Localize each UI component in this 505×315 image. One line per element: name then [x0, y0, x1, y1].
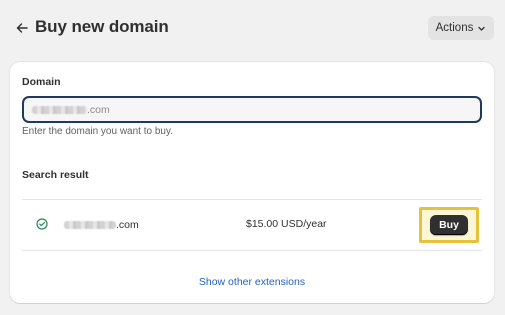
page-title: Buy new domain — [35, 17, 169, 36]
result-domain: .com — [64, 218, 139, 232]
domain-label: Domain — [22, 76, 61, 88]
buy-button-highlight: Buy — [419, 207, 479, 243]
chevron-down-icon — [478, 26, 486, 31]
result-price: $15.00 USD/year — [246, 218, 327, 230]
page-header: Buy new domain Actions — [0, 0, 505, 58]
buy-button[interactable]: Buy — [430, 215, 468, 235]
domain-input[interactable]: .com — [22, 96, 482, 123]
redacted-domain-name — [64, 221, 116, 229]
result-row: .com $15.00 USD/year Buy — [22, 201, 482, 249]
result-divider-top — [22, 199, 482, 200]
actions-label: Actions — [435, 22, 474, 34]
domain-help-text: Enter the domain you want to buy. — [22, 126, 174, 137]
search-result-label: Search result — [22, 169, 89, 181]
domain-card: Domain .com Enter the domain you want to… — [10, 62, 494, 303]
result-domain-suffix: .com — [116, 219, 139, 231]
check-circle-icon — [36, 218, 48, 230]
show-other-extensions-link[interactable]: Show other extensions — [10, 276, 494, 288]
result-divider-bottom — [22, 250, 482, 251]
actions-button[interactable]: Actions — [428, 16, 494, 40]
back-button[interactable] — [12, 17, 32, 39]
redacted-domain-name — [32, 105, 87, 114]
arrow-left-icon — [16, 23, 28, 33]
domain-input-suffix: .com — [87, 103, 110, 116]
